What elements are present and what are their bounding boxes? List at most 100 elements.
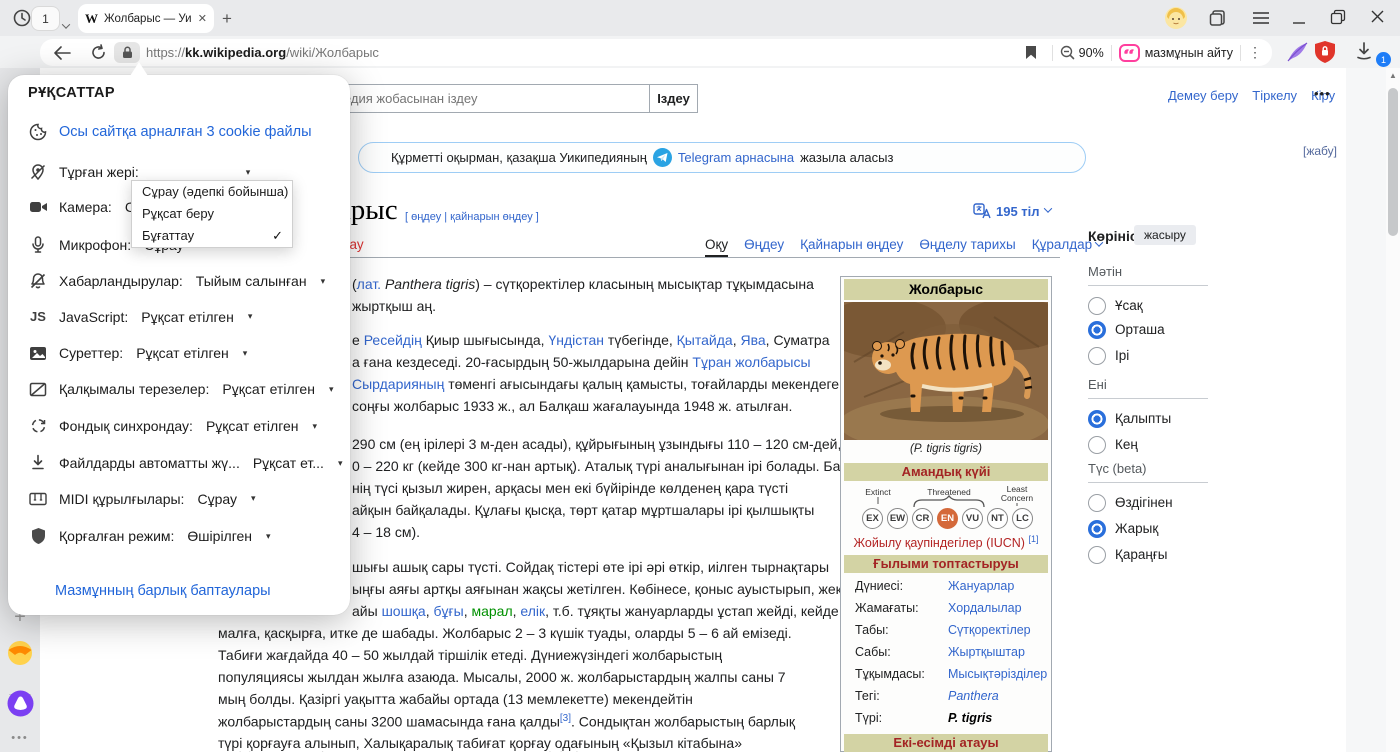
read-aloud-button[interactable]: мазмұнын айту bbox=[1119, 44, 1233, 62]
tab-close-icon[interactable]: ✕ bbox=[198, 12, 207, 25]
tab-counter[interactable]: 1 bbox=[32, 7, 59, 30]
tab-list-chevron-icon[interactable] bbox=[63, 16, 69, 34]
wiki-link[interactable]: Үндістан bbox=[548, 332, 604, 348]
permission-row[interactable]: Файлдарды автоматты жү...Рұқсат ет...▾ bbox=[28, 454, 342, 472]
taxonomy-value[interactable]: Мысықтәрізділер bbox=[948, 667, 1047, 681]
dropdown-option[interactable]: Бұғаттау✓ bbox=[132, 225, 292, 247]
permission-value[interactable]: Өшірілген bbox=[187, 528, 252, 544]
taxonomy-value[interactable]: Жыртқыштар bbox=[948, 645, 1025, 659]
permission-row[interactable]: MIDI құрылғылары:Сұрау▾ bbox=[28, 491, 256, 507]
taxonomy-value[interactable]: Жануарлар bbox=[948, 579, 1014, 593]
radio-ірі[interactable] bbox=[1088, 347, 1106, 365]
iucn-status-link[interactable]: Жойылу қаупіндегілер (IUCN) [1] bbox=[841, 534, 1051, 550]
permission-value[interactable]: Рұқсат етілген bbox=[136, 345, 229, 361]
tab-өңдеу[interactable]: Өңдеу bbox=[744, 237, 784, 252]
radio-өздігінен[interactable] bbox=[1088, 494, 1106, 512]
side-panels-icon[interactable] bbox=[1208, 8, 1228, 31]
scrollbar-thumb[interactable] bbox=[1388, 88, 1398, 236]
permission-row[interactable]: Қалқымалы терезелер:Рұқсат етілген▾ bbox=[28, 381, 333, 397]
wiki-link[interactable]: лат. bbox=[357, 276, 381, 292]
cookies-row[interactable]: Осы сайтқа арналған 3 cookie файлы bbox=[28, 123, 312, 141]
telegram-banner[interactable]: Құрметті оқырман, қазақша Уикипедияның T… bbox=[358, 142, 1086, 173]
cookies-link[interactable]: Осы сайтқа арналған 3 cookie файлы bbox=[59, 124, 312, 140]
wiki-user-more[interactable]: ••• bbox=[1314, 86, 1331, 101]
adblock-shield-icon[interactable] bbox=[1314, 40, 1336, 69]
radio-орташа[interactable] bbox=[1088, 321, 1106, 339]
wiki-link[interactable]: Ресейдің bbox=[364, 332, 422, 348]
wiki-link[interactable]: елік bbox=[520, 603, 545, 619]
wiki-link-green[interactable]: марал bbox=[471, 603, 512, 619]
wiki-link[interactable]: Тұран жолбарысы bbox=[692, 354, 810, 370]
new-tab-button[interactable]: + bbox=[222, 9, 232, 29]
wiki-search-button[interactable]: Іздеу bbox=[649, 84, 698, 113]
user-link[interactable]: Демеу беру bbox=[1168, 88, 1238, 103]
url-text[interactable]: https://kk.wikipedia.org/wiki/Жолбарыс bbox=[146, 45, 379, 60]
wiki-link[interactable]: Сырдарияның bbox=[352, 376, 444, 392]
wiki-link[interactable]: Қытайда bbox=[677, 332, 733, 348]
permission-value[interactable]: Тыйым салынған bbox=[196, 273, 307, 289]
page-zoom-control[interactable]: 90% bbox=[1060, 45, 1104, 60]
permission-row[interactable]: JSJavaScript:Рұқсат етілген▾ bbox=[28, 309, 252, 325]
tiger-image[interactable] bbox=[844, 302, 1048, 440]
window-close-button[interactable] bbox=[1370, 9, 1385, 27]
permission-row[interactable]: Фондық синхрондау:Рұқсат етілген▾ bbox=[28, 418, 317, 435]
wiki-link[interactable]: Ява bbox=[740, 332, 765, 348]
permission-value[interactable]: Рұқсат етілген bbox=[141, 309, 234, 325]
language-selector[interactable]: 195 тіл bbox=[973, 203, 1051, 219]
browser-tab[interactable]: W Жолбарыс — Уикипеди ✕ bbox=[78, 4, 214, 33]
tab-өңделу-тарихы[interactable]: Өңделу тарихы bbox=[919, 237, 1015, 252]
caret-down-icon[interactable]: ▾ bbox=[321, 276, 326, 287]
window-restore-button[interactable] bbox=[1330, 9, 1346, 28]
caret-down-icon[interactable]: ▾ bbox=[313, 421, 318, 432]
radio-қараңғы[interactable] bbox=[1088, 546, 1106, 564]
profile-avatar[interactable] bbox=[1164, 6, 1188, 33]
back-icon[interactable] bbox=[48, 39, 76, 66]
telegram-channel-link[interactable]: Telegram арнасына bbox=[678, 150, 794, 165]
user-link[interactable]: Тіркелу bbox=[1252, 88, 1297, 103]
caret-down-icon[interactable]: ▾ bbox=[243, 348, 248, 359]
radio-ұсақ[interactable] bbox=[1088, 297, 1106, 315]
taxonomy-value[interactable]: Хордалылар bbox=[948, 601, 1022, 615]
taxonomy-value[interactable]: Panthera bbox=[948, 689, 999, 703]
address-bar-more-icon[interactable]: ⋮ bbox=[1248, 44, 1262, 61]
alice-assistant-icon[interactable] bbox=[0, 690, 40, 722]
permission-value[interactable]: Рұқсат ет... bbox=[253, 455, 324, 471]
caret-down-icon[interactable]: ▾ bbox=[338, 458, 343, 469]
bookmark-icon[interactable] bbox=[1017, 39, 1045, 66]
permission-row[interactable]: Тұрған жері:▾ bbox=[28, 163, 250, 181]
menu-hamburger-icon[interactable] bbox=[1252, 11, 1270, 28]
downloads-icon[interactable] bbox=[1354, 41, 1374, 66]
tab-оқу[interactable]: Оқу bbox=[705, 237, 728, 257]
address-bar[interactable]: https://kk.wikipedia.org/wiki/Жолбарыс 9… bbox=[40, 39, 1272, 66]
radio-жарық[interactable] bbox=[1088, 520, 1106, 538]
yandex-service-icon[interactable] bbox=[0, 640, 40, 671]
permission-row[interactable]: Суреттер:Рұқсат етілген▾ bbox=[28, 345, 247, 361]
permission-value[interactable]: Рұқсат етілген bbox=[222, 381, 315, 397]
permission-value[interactable]: Сұрау bbox=[197, 491, 237, 507]
caret-down-icon[interactable]: ▾ bbox=[251, 493, 256, 504]
site-lock-icon[interactable] bbox=[114, 42, 140, 63]
taxonomy-value[interactable]: Сүтқоректілер bbox=[948, 623, 1031, 637]
wiki-search-input[interactable] bbox=[300, 84, 650, 113]
reload-icon[interactable] bbox=[84, 39, 112, 66]
sidebar-more-icon[interactable]: ••• bbox=[0, 732, 40, 744]
caret-down-icon[interactable]: ▾ bbox=[266, 531, 271, 542]
permission-value[interactable]: Рұқсат етілген bbox=[206, 418, 299, 434]
tab-қайнарын-өңдеу[interactable]: Қайнарын өңдеу bbox=[800, 237, 903, 252]
appearance-hide-button[interactable]: жасыру bbox=[1134, 225, 1196, 245]
permission-row[interactable]: Хабарландырулар:Тыйым салынған▾ bbox=[28, 272, 325, 290]
yandex-pen-extension-icon[interactable] bbox=[1286, 41, 1310, 68]
banner-close-link[interactable]: [жабу] bbox=[1303, 144, 1337, 158]
permission-row[interactable]: Қорғалған режим:Өшірілген▾ bbox=[28, 527, 271, 545]
caret-down-icon[interactable]: ▾ bbox=[248, 311, 253, 322]
wiki-link[interactable]: бұғы bbox=[434, 603, 464, 619]
title-edit-links[interactable]: [ өңдеу | қайнарын өңдеу ] bbox=[405, 211, 539, 223]
wiki-link[interactable]: шошқа bbox=[382, 603, 426, 619]
window-minimize-button[interactable] bbox=[1292, 12, 1306, 29]
all-content-settings-link[interactable]: Мазмұнның барлық баптаулары bbox=[55, 583, 271, 599]
scrollbar-up-arrow[interactable]: ▲ bbox=[1387, 71, 1399, 80]
radio-қалыпты[interactable] bbox=[1088, 410, 1106, 428]
dropdown-option[interactable]: Рұқсат беру bbox=[132, 203, 292, 225]
dropdown-option[interactable]: Сұрау (әдепкі бойынша) bbox=[132, 181, 292, 203]
caret-down-icon[interactable]: ▾ bbox=[329, 384, 334, 395]
